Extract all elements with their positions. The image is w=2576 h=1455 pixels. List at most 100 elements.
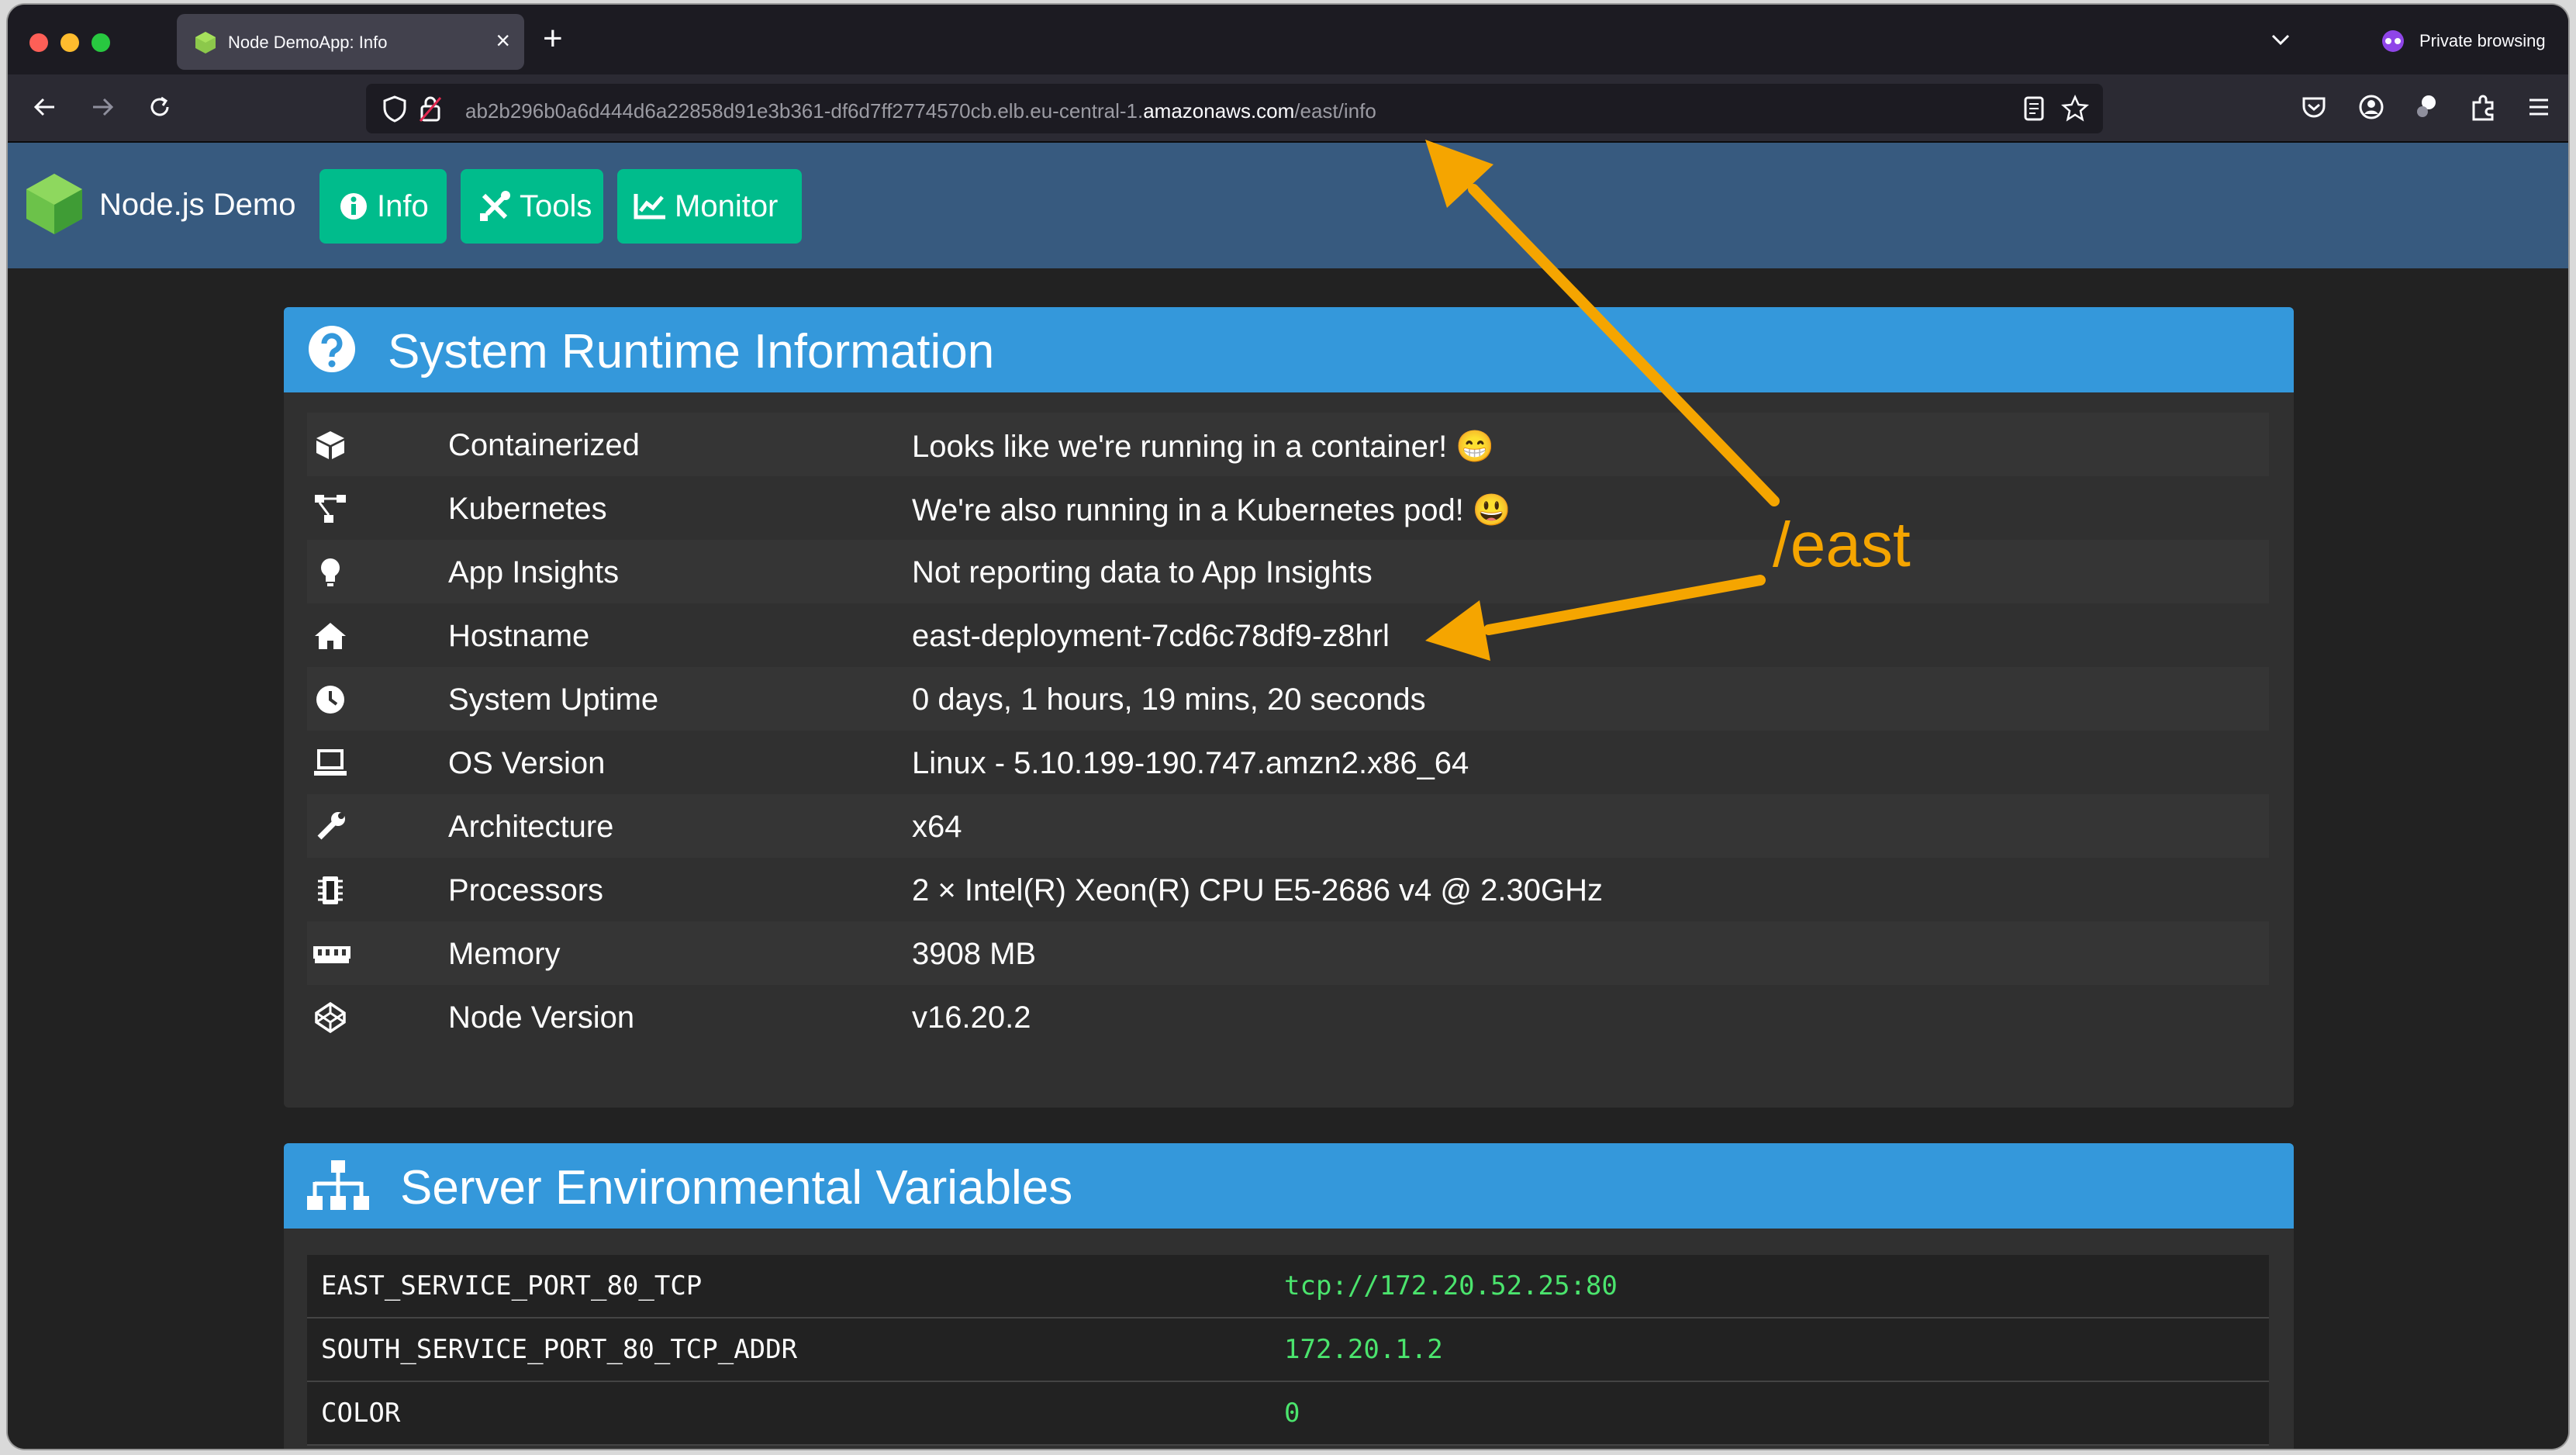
url-prefix: ab2b296b0a6d444d6a22858d91e3b361-df6d7ff… bbox=[465, 99, 1144, 123]
row-value: 0 days, 1 hours, 19 mins, 20 seconds bbox=[912, 683, 1426, 717]
row-value: v16.20.2 bbox=[912, 1001, 1031, 1035]
row-label: Architecture bbox=[448, 810, 614, 844]
home-icon bbox=[313, 620, 347, 651]
annotation-label: /east bbox=[1773, 510, 1911, 580]
runtime-row-processors: Processors 2 × Intel(R) Xeon(R) CPU E5-2… bbox=[307, 858, 2269, 921]
env-row: SOUTH_SERVICE_PORT_80_TCP_ADDR 172.20.1.… bbox=[307, 1318, 2269, 1382]
env-value: 172.20.1.2 bbox=[1284, 1334, 1443, 1365]
row-value: east-deployment-7cd6c78df9-z8hrl bbox=[912, 619, 1390, 653]
nav-info-label: Info bbox=[377, 188, 429, 223]
chip-icon bbox=[313, 875, 347, 906]
tools-icon bbox=[480, 191, 510, 221]
forward-arrow-icon[interactable] bbox=[87, 92, 118, 126]
back-arrow-icon[interactable] bbox=[29, 92, 60, 126]
nodejs-logo-icon[interactable] bbox=[25, 172, 84, 240]
lightbulb-icon bbox=[313, 557, 347, 588]
app-navbar: Node.js Demo Info Tools Monitor bbox=[8, 143, 2568, 268]
chart-line-icon bbox=[634, 194, 665, 219]
env-key: COLOR bbox=[321, 1398, 401, 1429]
row-value: x64 bbox=[912, 810, 962, 844]
nav-monitor-button[interactable]: Monitor bbox=[617, 169, 802, 244]
cube-icon bbox=[313, 430, 347, 461]
info-circle-icon bbox=[340, 193, 367, 219]
row-value: We're also running in a Kubernetes pod! … bbox=[912, 493, 1511, 527]
insecure-lock-icon[interactable] bbox=[419, 95, 442, 126]
row-label: Hostname bbox=[448, 619, 590, 653]
navigation-toolbar: ab2b296b0a6d444d6a22858d91e3b361-df6d7ff… bbox=[8, 74, 2568, 143]
question-circle-icon bbox=[307, 324, 357, 378]
env-card-title: Server Environmental Variables bbox=[400, 1161, 1073, 1215]
env-value: 0 bbox=[1284, 1398, 1300, 1429]
menu-hamburger-icon[interactable] bbox=[2523, 92, 2554, 126]
extension-puzzle-icon[interactable] bbox=[2412, 92, 2443, 126]
laptop-icon bbox=[313, 748, 347, 779]
row-label: Node Version bbox=[448, 1001, 635, 1035]
url-text[interactable]: ab2b296b0a6d444d6a22858d91e3b361-df6d7ff… bbox=[465, 99, 1376, 123]
sitemap-icon bbox=[306, 1159, 371, 1217]
browser-tab[interactable]: Node DemoApp: Info × bbox=[177, 14, 524, 70]
row-label: OS Version bbox=[448, 746, 606, 780]
new-tab-button[interactable]: + bbox=[543, 20, 563, 57]
clock-icon bbox=[313, 684, 347, 715]
row-value: 2 × Intel(R) Xeon(R) CPU E5-2686 v4 @ 2.… bbox=[912, 873, 1603, 907]
extensions-icon[interactable] bbox=[2467, 92, 2498, 126]
reload-icon[interactable] bbox=[144, 92, 175, 126]
runtime-row-node-version: Node Version v16.20.2 bbox=[307, 985, 2269, 1049]
env-row: COLOR 0 bbox=[307, 1382, 2269, 1446]
brand-title[interactable]: Node.js Demo bbox=[99, 188, 295, 223]
tracking-protection-shield-icon[interactable] bbox=[382, 95, 408, 126]
pocket-icon[interactable] bbox=[2298, 92, 2329, 126]
url-path: /east/info bbox=[1294, 99, 1376, 123]
runtime-row-app-insights: App Insights Not reporting data to App I… bbox=[307, 540, 2269, 603]
wrench-icon bbox=[313, 811, 347, 842]
nav-monitor-label: Monitor bbox=[675, 188, 779, 223]
env-vars-card: Server Environmental Variables EAST_SERV… bbox=[284, 1143, 2294, 1449]
memory-icon bbox=[313, 938, 350, 969]
nav-tools-button[interactable]: Tools bbox=[461, 169, 603, 244]
runtime-row-uptime: System Uptime 0 days, 1 hours, 19 mins, … bbox=[307, 667, 2269, 731]
runtime-row-hostname: Hostname east-deployment-7cd6c78df9-z8hr… bbox=[307, 603, 2269, 667]
runtime-row-architecture: Architecture x64 bbox=[307, 794, 2269, 858]
nav-info-button[interactable]: Info bbox=[319, 169, 447, 244]
runtime-row-os-version: OS Version Linux - 5.10.199-190.747.amzn… bbox=[307, 731, 2269, 794]
network-nodes-icon bbox=[313, 493, 347, 524]
runtime-row-containerized: Containerized Looks like we're running i… bbox=[307, 413, 2269, 476]
env-key: EAST_SERVICE_PORT_80_TCP bbox=[321, 1270, 703, 1301]
url-domain: amazonaws.com bbox=[1143, 99, 1295, 123]
row-value: Linux - 5.10.199-190.747.amzn2.x86_64 bbox=[912, 746, 1469, 780]
runtime-info-card: System Runtime Information Containerized… bbox=[284, 307, 2294, 1108]
browser-window: Node DemoApp: Info × + Private browsing bbox=[8, 5, 2568, 1449]
env-value: tcp://172.20.52.25:80 bbox=[1284, 1270, 1618, 1301]
url-bar[interactable]: ab2b296b0a6d444d6a22858d91e3b361-df6d7ff… bbox=[366, 84, 2103, 133]
env-row: EAST_SERVICE_PORT_80_TCP tcp://172.20.52… bbox=[307, 1255, 2269, 1318]
runtime-card-header: System Runtime Information bbox=[284, 307, 2294, 392]
minimize-window-button[interactable] bbox=[60, 33, 79, 52]
list-all-tabs-chevron-down-icon[interactable] bbox=[2267, 26, 2294, 57]
nav-tools-label: Tools bbox=[520, 188, 592, 223]
tab-bar: Node DemoApp: Info × + Private browsing bbox=[8, 5, 2568, 74]
account-icon[interactable] bbox=[2356, 92, 2387, 126]
row-label: App Insights bbox=[448, 555, 620, 589]
env-card-header: Server Environmental Variables bbox=[284, 1143, 2294, 1229]
row-label: System Uptime bbox=[448, 683, 659, 717]
nodejs-favicon-icon bbox=[194, 31, 217, 58]
env-key: SOUTH_SERVICE_PORT_80_TCP_ADDR bbox=[321, 1334, 798, 1365]
codepen-icon bbox=[313, 1001, 347, 1034]
runtime-card-title: System Runtime Information bbox=[388, 325, 995, 378]
tab-title: Node DemoApp: Info bbox=[228, 33, 388, 52]
private-browsing-mask-icon bbox=[2381, 29, 2405, 57]
runtime-row-kubernetes: Kubernetes We're also running in a Kuber… bbox=[307, 476, 2269, 540]
runtime-row-memory: Memory 3908 MB bbox=[307, 921, 2269, 985]
row-label: Memory bbox=[448, 937, 561, 971]
row-value: Not reporting data to App Insights bbox=[912, 555, 1373, 589]
zoom-window-button[interactable] bbox=[92, 33, 110, 52]
reader-view-icon[interactable] bbox=[2022, 96, 2046, 125]
close-window-button[interactable] bbox=[29, 33, 48, 52]
web-page: Node.js Demo Info Tools Monitor System R… bbox=[8, 143, 2568, 1449]
row-label: Containerized bbox=[448, 428, 640, 462]
row-label: Kubernetes bbox=[448, 492, 607, 526]
tab-close-button[interactable]: × bbox=[496, 26, 510, 54]
private-browsing-label: Private browsing bbox=[2419, 31, 2546, 50]
row-label: Processors bbox=[448, 873, 604, 907]
bookmark-star-icon[interactable] bbox=[2060, 94, 2090, 126]
